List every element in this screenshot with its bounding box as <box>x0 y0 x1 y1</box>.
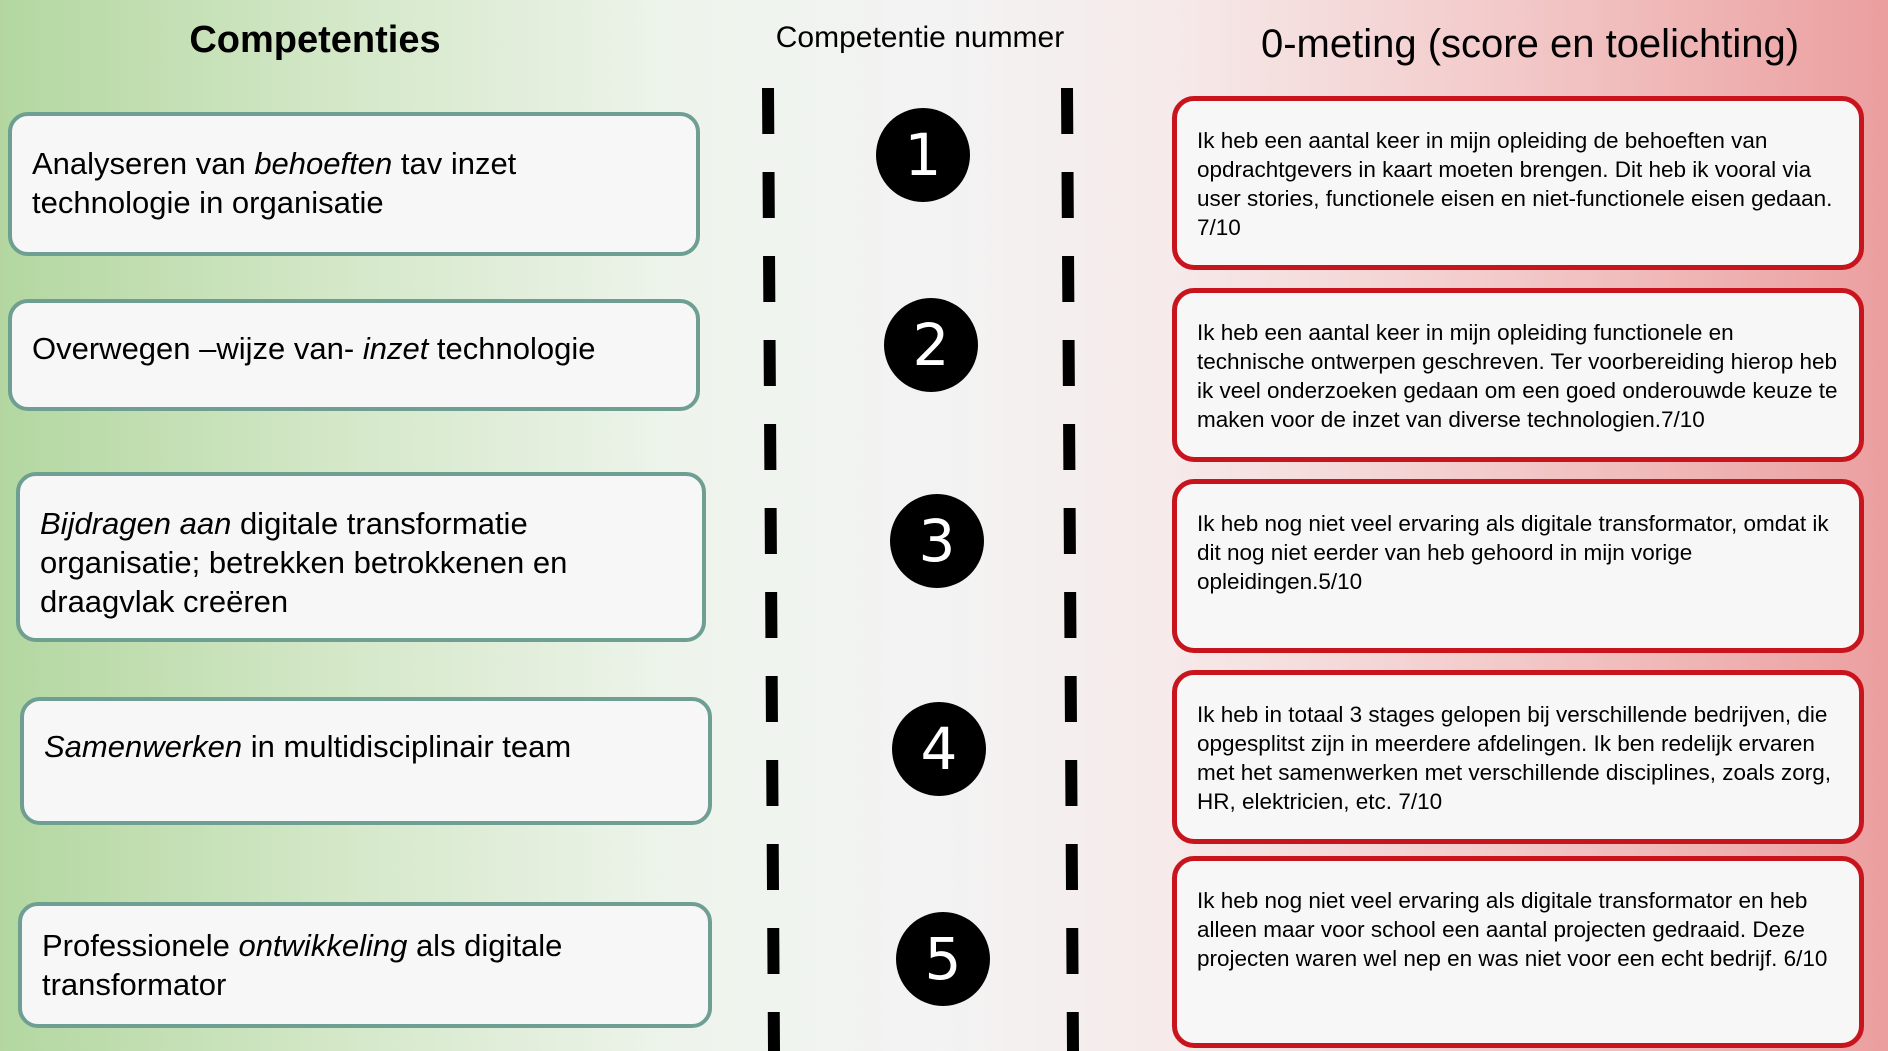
measurement-box-4: Ik heb in totaal 3 stages gelopen bij ve… <box>1172 670 1864 844</box>
competency-box-4: Samenwerken in multidisciplinair team <box>20 697 712 825</box>
competency-text-emphasis: behoeften <box>254 146 393 181</box>
competency-box-3: Bijdragen aan digitale transformatie org… <box>16 472 706 642</box>
competency-box-5: Professionele ontwikkeling als digitale … <box>18 902 712 1028</box>
measurement-text: Ik heb nog niet veel ervaring als digita… <box>1197 511 1829 594</box>
measurement-box-2: Ik heb een aantal keer in mijn opleiding… <box>1172 288 1864 462</box>
competency-text-emphasis: Samenwerken <box>44 729 243 764</box>
number-badge-1: 1 <box>876 108 970 202</box>
competency-text: Overwegen –wijze van- inzet technologie <box>32 331 596 366</box>
competency-text-run: in multidisciplinair team <box>242 729 572 764</box>
number-badge-3: 3 <box>890 494 984 588</box>
number-badge-2: 2 <box>884 298 978 392</box>
measurement-text: Ik heb een aantal keer in mijn opleiding… <box>1197 320 1838 432</box>
competency-box-2: Overwegen –wijze van- inzet technologie <box>8 299 700 411</box>
competency-text-run: Professionele <box>42 928 239 963</box>
number-badge-5: 5 <box>896 912 990 1006</box>
competency-text-emphasis: ontwikkeling <box>238 928 408 963</box>
competency-box-1: Analyseren van behoeften tav inzet techn… <box>8 112 700 256</box>
right-dashed-line <box>1061 87 1079 1051</box>
competency-text-run: technologie <box>428 331 596 366</box>
competency-text: Bijdragen aan digitale transformatie org… <box>40 506 567 619</box>
measurement-text: Ik heb een aantal keer in mijn opleiding… <box>1197 128 1833 240</box>
measurement-box-3: Ik heb nog niet veel ervaring als digita… <box>1172 479 1864 653</box>
measurement-text: Ik heb nog niet veel ervaring als digita… <box>1197 888 1828 971</box>
competency-text: Analyseren van behoeften tav inzet techn… <box>32 146 516 220</box>
left-dashed-line <box>762 87 780 1051</box>
measurement-box-1: Ik heb een aantal keer in mijn opleiding… <box>1172 96 1864 270</box>
competency-text: Professionele ontwikkeling als digitale … <box>42 928 562 1002</box>
competency-text: Samenwerken in multidisciplinair team <box>44 729 571 764</box>
competency-text-run: Analyseren van <box>32 146 255 181</box>
measurement-box-5: Ik heb nog niet veel ervaring als digita… <box>1172 856 1864 1048</box>
competency-text-emphasis: inzet <box>362 331 429 366</box>
competency-text-emphasis: Bijdragen aan <box>40 506 232 541</box>
competency-text-run: Overwegen –wijze van- <box>32 331 363 366</box>
number-badge-4: 4 <box>892 702 986 796</box>
measurement-text: Ik heb in totaal 3 stages gelopen bij ve… <box>1197 702 1832 814</box>
